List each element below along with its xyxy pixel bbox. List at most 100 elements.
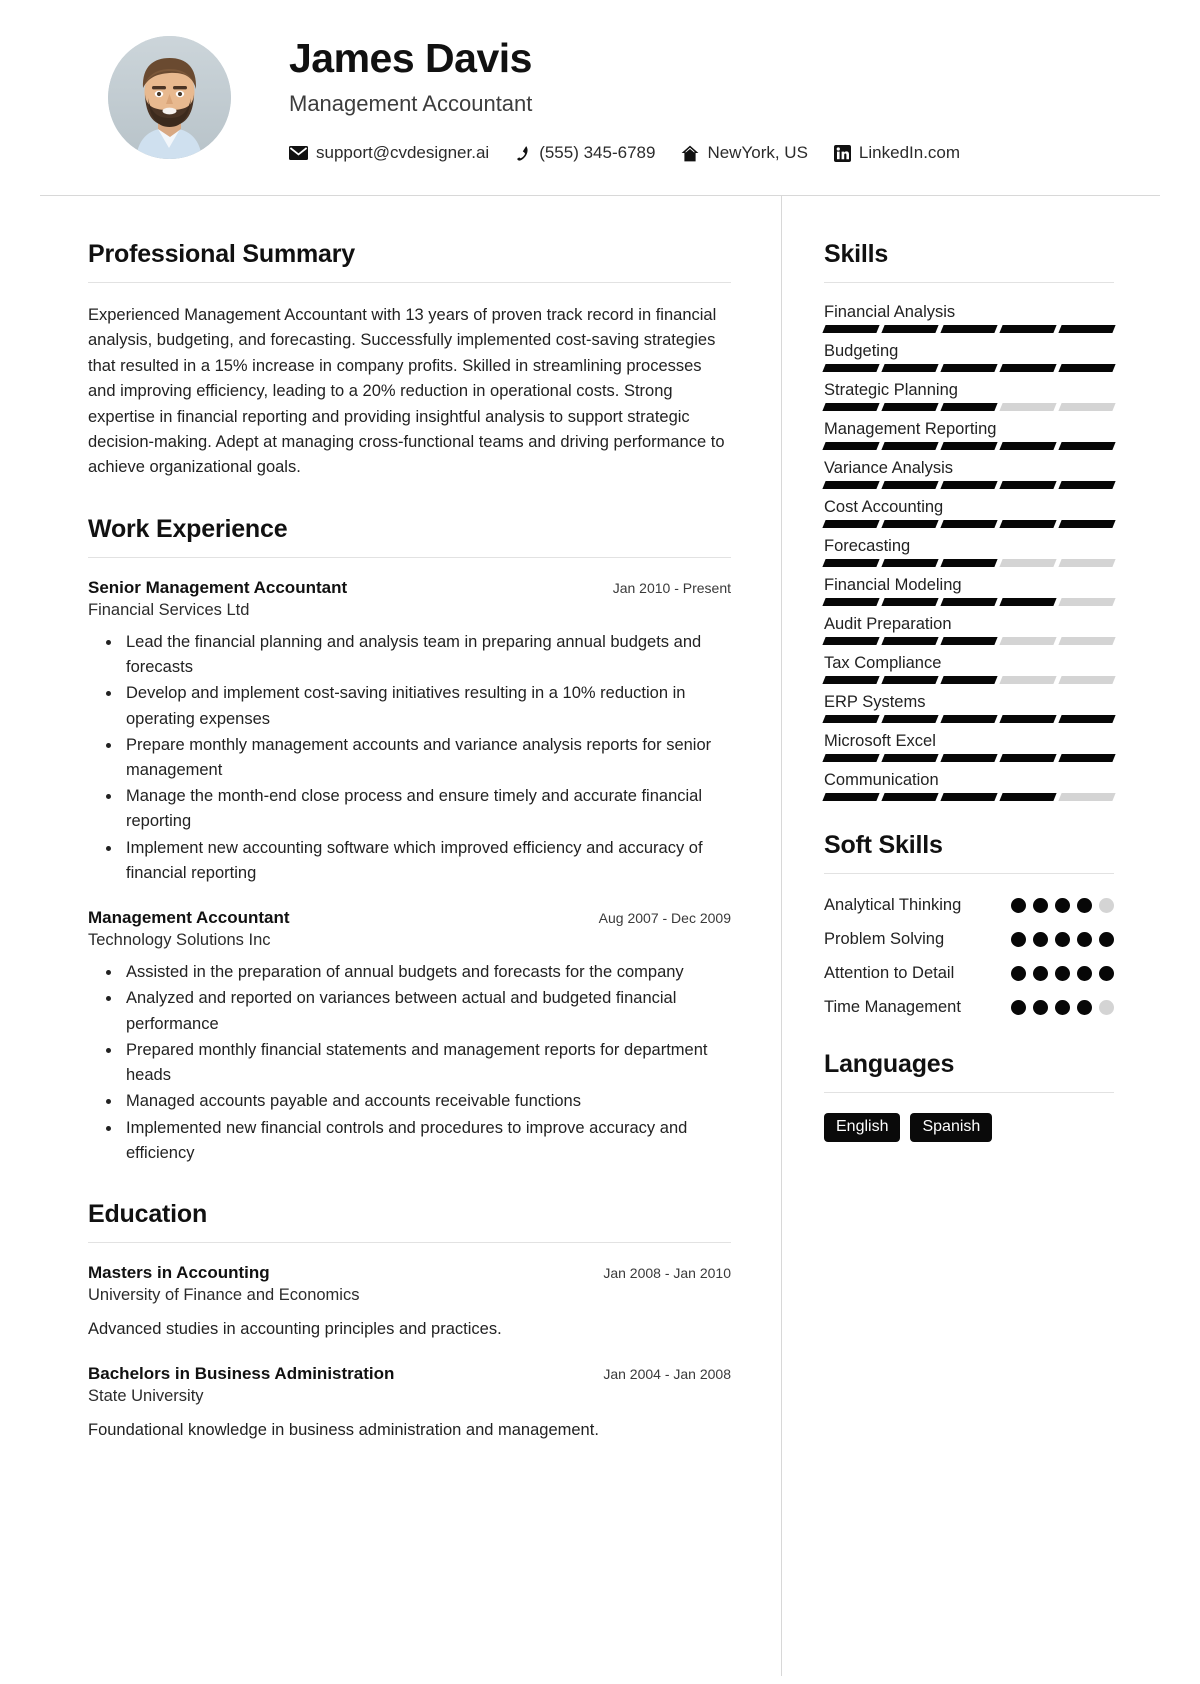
bullet-item: Implemented new financial controls and p… [122,1116,731,1166]
skill-row: Financial Modeling [822,576,1116,606]
section-professional-summary: Professional Summary Experienced Managem… [88,240,731,481]
entry-bullets: Assisted in the preparation of annual bu… [88,960,731,1166]
entry-description: Foundational knowledge in business admin… [88,1420,599,1439]
skill-segment [1058,481,1116,489]
skill-segment [1058,559,1116,567]
skill-name: Budgeting [824,342,899,360]
education-entry: Bachelors in Business Administration Jan … [88,1364,731,1443]
section-title-summary: Professional Summary [88,240,355,268]
bullet-item: Lead the financial planning and analysis… [122,630,731,680]
contact-linkedin[interactable]: LinkedIn.com [833,143,960,163]
section-divider [824,282,1114,283]
skill-row: Management Reporting [822,420,1116,450]
skill-segment [999,325,1057,333]
section-title-education: Education [88,1200,208,1229]
skill-segment [881,754,939,762]
contact-email[interactable]: support@cvdesigner.ai [289,143,489,163]
skill-row: Audit Preparation [822,615,1116,645]
skill-name: Cost Accounting [824,498,944,516]
skill-segment [822,559,880,567]
bullet-item: Develop and implement cost-saving initia… [122,681,731,731]
entry-date: Jan 2008 - Jan 2010 [603,1265,731,1282]
rating-dot [1033,966,1048,982]
skill-segment [1058,676,1116,684]
entry-description: Advanced studies in accounting principle… [88,1320,502,1339]
skill-segment [881,598,939,606]
skill-segment [999,481,1057,489]
skill-name: Audit Preparation [824,615,952,633]
bullet-item: Managed accounts payable and accounts re… [122,1089,731,1114]
entry-degree: Masters in Accounting [88,1263,270,1283]
entry-degree: Bachelors in Business Administration [88,1363,395,1383]
skill-row: ERP Systems [822,693,1116,723]
skill-row: Variance Analysis [822,459,1116,489]
skill-level-bar [822,520,1116,528]
rating-dot [1055,898,1070,914]
skill-segment [940,325,998,333]
experience-entry: Management Accountant Aug 2007 - Dec 2009… [88,908,731,1166]
skills-list: Financial Analysis Budgeting Strategic Pla… [822,303,1116,801]
skill-segment [1058,637,1116,645]
soft-skill-rating [1011,966,1114,982]
contact-location[interactable]: NewYork, US [681,143,808,163]
skill-segment [999,793,1057,801]
skill-segment [822,403,880,411]
skill-name: Communication [824,771,939,789]
skill-row: Forecasting [822,537,1116,567]
education-list: Masters in Accounting Jan 2008 - Jan 2010… [88,1263,731,1443]
language-tag: Spanish [910,1112,993,1142]
rating-dot [1077,932,1092,948]
skill-segment [881,793,939,801]
skill-segment [940,793,998,801]
section-title-skills: Skills [824,240,889,268]
rating-dot [1099,932,1114,948]
home-icon [681,145,699,162]
sidebar-column: Skills Financial Analysis Budgeting Strate… [782,196,1160,1676]
entry-header: Bachelors in Business Administration Jan … [88,1364,731,1384]
section-title-languages: Languages [824,1049,955,1078]
bullet-item: Manage the month-end close process and e… [122,784,731,834]
soft-skill-name: Problem Solving [824,929,945,948]
skill-row: Financial Analysis [822,303,1116,333]
skill-segment [1058,715,1116,723]
entry-role: Management Accountant [88,908,290,928]
rating-dot [1011,932,1026,948]
rating-dot [1033,898,1048,914]
rating-dot [1055,966,1070,982]
skill-level-bar [822,598,1116,606]
skill-segment [881,520,939,528]
skill-segment [999,364,1057,372]
skill-segment [881,403,939,411]
section-divider [88,556,731,558]
contact-phone[interactable]: (555) 345-6789 [515,143,655,163]
rating-dot [1099,898,1114,914]
experience-entry: Senior Management Accountant Jan 2010 - P… [88,578,731,886]
skill-level-bar [822,637,1116,645]
rating-dot [1077,966,1092,982]
skill-segment [999,442,1057,450]
bullet-item: Prepared monthly financial statements an… [122,1038,731,1088]
skill-name: ERP Systems [824,693,926,711]
contact-email-text: support@cvdesigner.ai [316,143,490,163]
soft-skill-row: Analytical Thinking [824,894,1114,918]
skill-level-bar [822,325,1116,333]
entry-date: Aug 2007 - Dec 2009 [598,910,731,927]
bullet-item: Prepare monthly management accounts and … [122,733,731,783]
skill-segment [822,754,880,762]
skill-name: Variance Analysis [824,459,954,477]
skill-level-bar [822,403,1116,411]
skill-level-bar [822,559,1116,567]
skill-segment [940,559,998,567]
skill-segment [822,364,880,372]
bullet-item: Analyzed and reported on variances betwe… [122,986,731,1036]
skill-segment [881,559,939,567]
skill-segment [940,676,998,684]
skill-name: Tax Compliance [824,654,942,672]
skill-name: Management Reporting [824,420,997,438]
skill-segment [940,442,998,450]
skill-row: Strategic Planning [822,381,1116,411]
summary-text: Experienced Management Accountant with 1… [88,306,725,477]
skill-level-bar [822,715,1116,723]
rating-dot [1055,932,1070,948]
skill-segment [999,598,1057,606]
